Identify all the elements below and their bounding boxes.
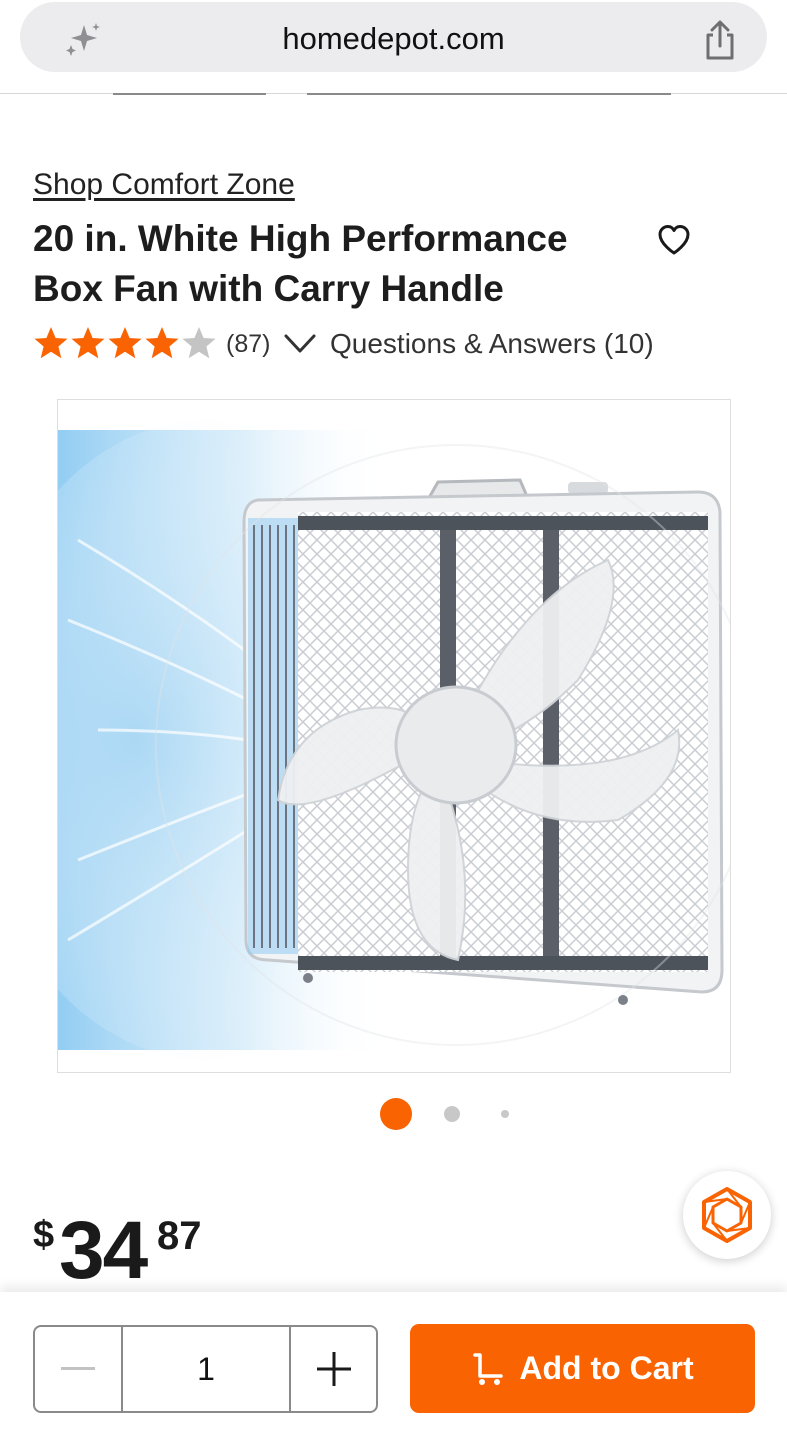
gallery-pagination [0, 1097, 787, 1131]
star-filled-icon [108, 327, 142, 359]
chevron-down-icon[interactable] [284, 333, 316, 355]
questions-answers-link[interactable]: Questions & Answers (10) [330, 328, 654, 360]
quantity-input[interactable]: 1 [121, 1327, 291, 1411]
favorite-heart-icon[interactable] [656, 222, 692, 258]
plus-icon [316, 1352, 351, 1386]
cart-icon [473, 1352, 504, 1385]
brand-link[interactable]: Shop Comfort Zone [33, 168, 295, 202]
pagination-dot[interactable] [444, 1106, 460, 1122]
add-to-cart-button[interactable]: Add to Cart [410, 1324, 755, 1413]
add-to-cart-label: Add to Cart [519, 1350, 694, 1386]
assistant-button[interactable] [683, 1171, 771, 1259]
quantity-stepper: 1 [33, 1325, 378, 1413]
star-filled-icon [71, 327, 105, 359]
url-bar[interactable]: homedepot.com [20, 2, 767, 72]
decrease-quantity-button[interactable] [35, 1327, 121, 1411]
product-image-gallery[interactable] [57, 399, 731, 1073]
star-empty-icon [182, 327, 216, 359]
price-currency: $ [33, 1214, 55, 1256]
star-filled-icon [34, 327, 68, 359]
pagination-dot-active[interactable] [380, 1098, 412, 1130]
increase-quantity-button[interactable] [291, 1327, 376, 1411]
url-text[interactable]: homedepot.com [20, 21, 767, 57]
price-dollars: 34 [59, 1205, 148, 1296]
product-title: 20 in. White High Performance Box Fan wi… [33, 218, 568, 309]
minus-icon [61, 1367, 95, 1370]
pagination-dot[interactable] [501, 1110, 509, 1118]
review-count[interactable]: (87) [226, 330, 270, 359]
share-icon[interactable] [701, 19, 739, 61]
hexagon-logo-icon [702, 1187, 752, 1243]
box-fan-product-image [58, 400, 730, 1072]
purchase-bar: 1 Add to Cart [0, 1292, 787, 1440]
rating-stars[interactable] [33, 326, 217, 362]
breadcrumb-fragment [307, 93, 671, 95]
breadcrumb-fragment [113, 93, 266, 95]
price-cents: 87 [157, 1214, 202, 1258]
star-filled-icon [145, 327, 179, 359]
